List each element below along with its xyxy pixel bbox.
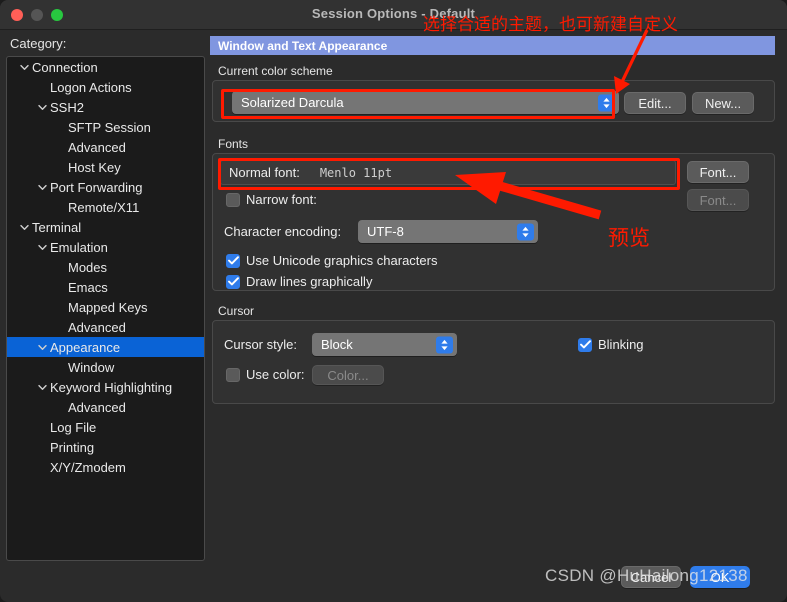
sidebar-item-mapped-keys[interactable]: Mapped Keys: [7, 297, 204, 317]
sidebar-item-label: Terminal: [32, 219, 82, 235]
draw-lines-row[interactable]: Draw lines graphically: [226, 274, 372, 289]
unicode-graphics-label: Use Unicode graphics characters: [246, 253, 438, 268]
encoding-select-value: UTF-8: [367, 224, 404, 239]
narrow-font-label: Narrow font:: [246, 192, 317, 207]
sidebar-item-label: Advanced: [68, 319, 126, 335]
sidebar-item-label: Emacs: [68, 279, 108, 295]
narrow-font-checkbox[interactable]: [226, 192, 240, 207]
sidebar-item-emacs[interactable]: Emacs: [7, 277, 204, 297]
color-scheme-select-value: Solarized Darcula: [241, 95, 344, 110]
sidebar-item-keyword-highlighting[interactable]: Keyword Highlighting: [7, 377, 204, 397]
sidebar-item-port-forwarding[interactable]: Port Forwarding: [7, 177, 204, 197]
chevron-down-icon[interactable]: [35, 384, 49, 391]
sidebar-item-window[interactable]: Window: [7, 357, 204, 377]
cursor-style-label: Cursor style:: [224, 337, 297, 352]
sidebar-item-label: Window: [68, 359, 115, 375]
blinking-row[interactable]: Blinking: [578, 337, 644, 352]
cursor-style-select[interactable]: Block: [312, 333, 457, 356]
cursor-style-select-value: Block: [321, 337, 353, 352]
annotation-preview-note: 预览: [608, 226, 650, 250]
cursor-group-box: [212, 320, 775, 404]
sidebar-item-advanced[interactable]: Advanced: [7, 137, 204, 157]
sidebar-item-label: X/Y/Zmodem: [50, 459, 126, 475]
sidebar-item-label: Logon Actions: [50, 79, 132, 95]
sidebar-item-label: Port Forwarding: [50, 179, 143, 195]
sidebar-item-label: Keyword Highlighting: [50, 379, 173, 395]
cursor-color-button: Color...: [312, 365, 384, 385]
sidebar-item-label: Printing: [50, 439, 95, 455]
use-color-checkbox[interactable]: [226, 367, 240, 382]
chevron-down-icon[interactable]: [17, 64, 31, 71]
chevron-down-icon[interactable]: [35, 344, 49, 351]
cursor-group-label: Cursor: [218, 304, 255, 318]
narrow-font-row[interactable]: Narrow font:: [226, 192, 317, 207]
encoding-label: Character encoding:: [224, 224, 342, 239]
unicode-graphics-checkbox[interactable]: [226, 253, 240, 268]
sidebar-item-advanced[interactable]: Advanced: [7, 317, 204, 337]
sidebar-item-label: SSH2: [50, 99, 84, 115]
sidebar-item-ssh2[interactable]: SSH2: [7, 97, 204, 117]
chevron-down-icon[interactable]: [35, 184, 49, 191]
sidebar-item-sftp-session[interactable]: SFTP Session: [7, 117, 204, 137]
sidebar-item-label: Log File: [50, 419, 97, 435]
sidebar-item-label: Advanced: [68, 399, 126, 415]
chevron-down-icon[interactable]: [17, 224, 31, 231]
sidebar-item-label: Remote/X11: [68, 199, 140, 215]
encoding-select[interactable]: UTF-8: [358, 220, 538, 243]
normal-font-button[interactable]: Font...: [687, 161, 749, 183]
sidebar-item-label: Mapped Keys: [68, 299, 148, 315]
chevron-down-icon[interactable]: [35, 104, 49, 111]
new-scheme-button[interactable]: New...: [692, 92, 754, 114]
sidebar-item-label: Emulation: [50, 239, 108, 255]
category-label: Category:: [10, 36, 67, 51]
draw-lines-checkbox[interactable]: [226, 274, 240, 289]
sidebar-item-label: Connection: [32, 59, 98, 75]
sidebar-item-logon-actions[interactable]: Logon Actions: [7, 77, 204, 97]
normal-font-field[interactable]: Normal font: Menlo 11pt: [220, 160, 676, 185]
chevron-updown-icon: [436, 336, 453, 353]
chevron-updown-icon: [517, 223, 534, 240]
session-options-window: Session Options - Default Category: Conn…: [0, 0, 787, 602]
sidebar-item-modes[interactable]: Modes: [7, 257, 204, 277]
panel-title: Window and Text Appearance: [210, 36, 775, 55]
sidebar-item-connection[interactable]: Connection: [7, 57, 204, 77]
watermark: CSDN @HuHailong12138: [545, 566, 748, 585]
normal-font-value: Menlo 11pt: [319, 165, 393, 180]
chevron-down-icon[interactable]: [35, 244, 49, 251]
settings-panel: Window and Text Appearance Current color…: [210, 36, 781, 561]
sidebar-item-appearance[interactable]: Appearance: [7, 337, 204, 357]
use-color-row[interactable]: Use color:: [226, 367, 305, 382]
sidebar-item-x-y-zmodem[interactable]: X/Y/Zmodem: [7, 457, 204, 477]
sidebar-item-label: Appearance: [50, 339, 121, 355]
fonts-group-label: Fonts: [218, 137, 249, 151]
unicode-graphics-row[interactable]: Use Unicode graphics characters: [226, 253, 437, 268]
blinking-checkbox[interactable]: [578, 337, 592, 352]
sidebar-item-log-file[interactable]: Log File: [7, 417, 204, 437]
sidebar-item-terminal[interactable]: Terminal: [7, 217, 204, 237]
sidebar-item-advanced[interactable]: Advanced: [7, 397, 204, 417]
sidebar-item-emulation[interactable]: Emulation: [7, 237, 204, 257]
annotation-theme-note: 选择合适的主题，也可新建自定义: [423, 15, 678, 35]
draw-lines-label: Draw lines graphically: [246, 274, 373, 289]
normal-font-label: Normal font:: [229, 165, 300, 180]
color-scheme-group-label: Current color scheme: [218, 64, 333, 78]
sidebar-item-remote-x11[interactable]: Remote/X11: [7, 197, 204, 217]
use-color-label: Use color:: [246, 367, 305, 382]
chevron-updown-icon: [598, 94, 615, 111]
sidebar-item-label: Host Key: [68, 159, 121, 175]
sidebar-item-label: Modes: [68, 259, 108, 275]
sidebar-item-printing[interactable]: Printing: [7, 437, 204, 457]
edit-scheme-button[interactable]: Edit...: [624, 92, 686, 114]
sidebar-item-label: Advanced: [68, 139, 126, 155]
blinking-label: Blinking: [598, 337, 644, 352]
category-tree[interactable]: Connection Logon Actions SSH2 SFTP Session A…: [6, 56, 205, 561]
color-scheme-select[interactable]: Solarized Darcula: [232, 91, 619, 114]
sidebar-item-label: SFTP Session: [68, 119, 151, 135]
narrow-font-button: Font...: [687, 189, 749, 211]
sidebar-item-host-key[interactable]: Host Key: [7, 157, 204, 177]
